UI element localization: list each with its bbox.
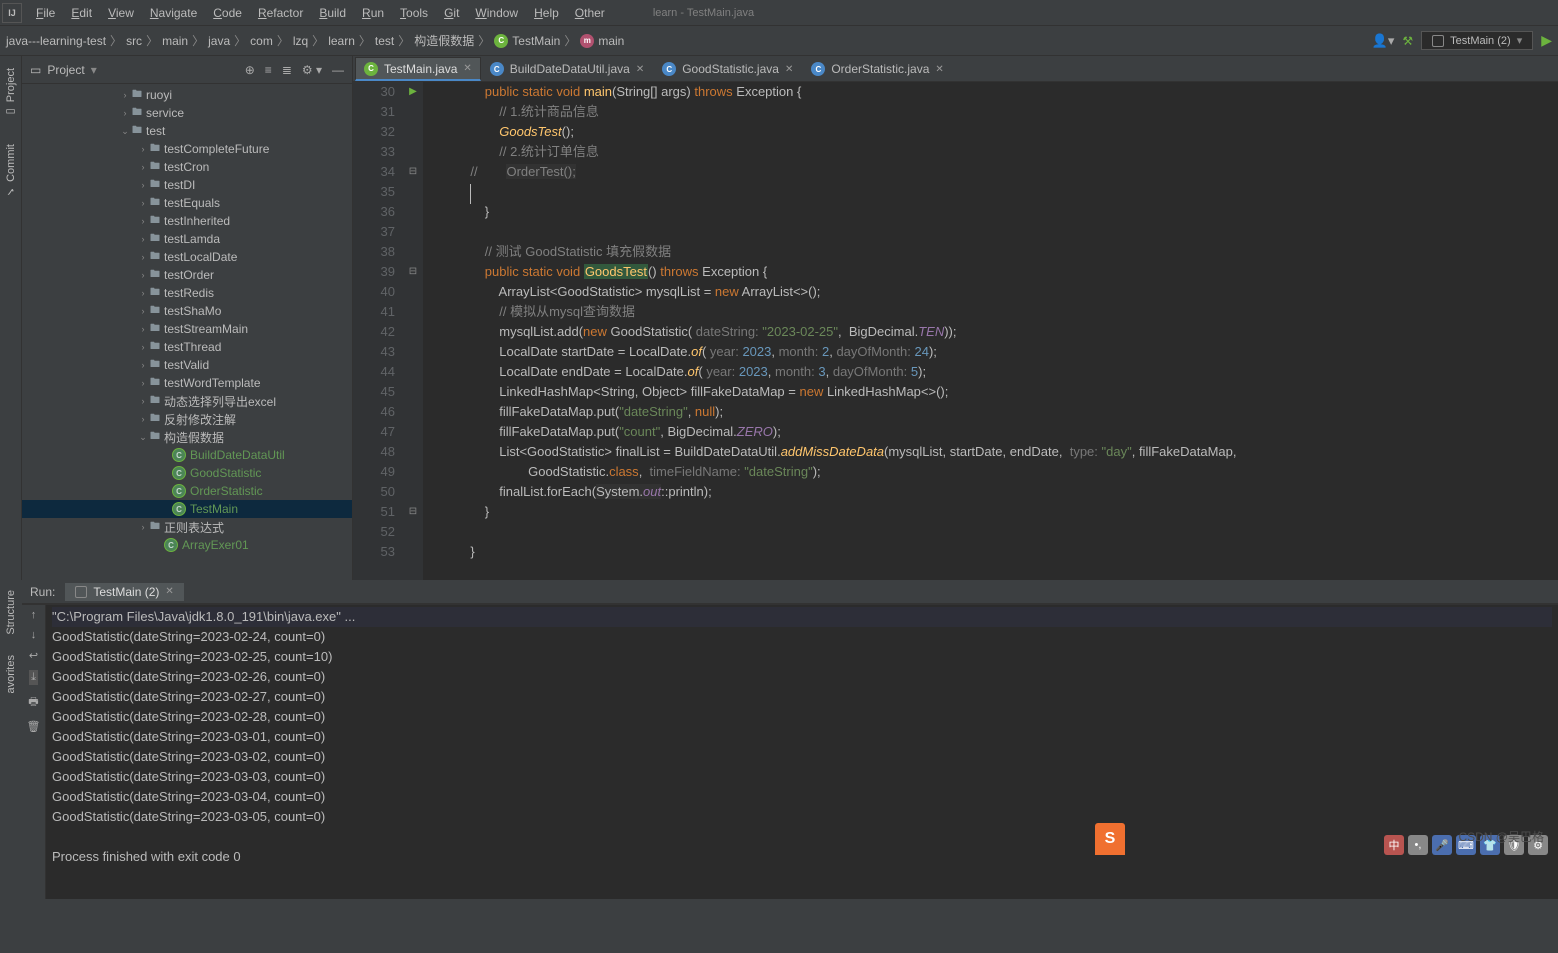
- menu-help[interactable]: Help: [526, 6, 567, 20]
- code-editor[interactable]: public static void main(String[] args) t…: [423, 82, 1558, 580]
- run-panel-label: Run:: [30, 585, 55, 599]
- editor-tab-OrderStatistic.java[interactable]: COrderStatistic.java✕: [802, 57, 952, 81]
- tree-item-反射修改注解[interactable]: ›🖿反射修改注解: [22, 410, 352, 428]
- scroll-end-icon[interactable]: ⤓: [29, 670, 38, 685]
- line-number-gutter: 3031323334353637383940414243444546474849…: [353, 82, 403, 580]
- tree-item-testThread[interactable]: ›🖿testThread: [22, 338, 352, 356]
- breadcrumb-item[interactable]: mmain: [580, 34, 624, 48]
- tree-item-testWordTemplate[interactable]: ›🖿testWordTemplate: [22, 374, 352, 392]
- breadcrumb-item[interactable]: learn: [328, 34, 355, 48]
- window-title: learn - TestMain.java: [653, 7, 754, 19]
- tree-item-BuildDateDataUtil[interactable]: CBuildDateDataUtil: [22, 446, 352, 464]
- input-method-badge[interactable]: S: [1095, 823, 1125, 855]
- project-tool-tab[interactable]: ▭ Project: [2, 60, 19, 126]
- project-view-icon: ▭: [30, 63, 41, 77]
- commit-tool-tab[interactable]: ✓ Commit: [2, 136, 19, 206]
- run-toolbar-inner: ↑ ↓ ↩ ⤓ 🖶 🗑: [22, 605, 46, 899]
- menu-navigate[interactable]: Navigate: [142, 6, 205, 20]
- navigation-bar: java---learning-test〉src〉main〉java〉com〉l…: [0, 26, 1558, 56]
- menu-refactor[interactable]: Refactor: [250, 6, 311, 20]
- tree-item-testShaMo[interactable]: ›🖿testShaMo: [22, 302, 352, 320]
- tree-item-testEquals[interactable]: ›🖿testEquals: [22, 194, 352, 212]
- tree-item-testValid[interactable]: ›🖿testValid: [22, 356, 352, 374]
- editor-tabs[interactable]: CTestMain.java✕CBuildDateDataUtil.java✕C…: [353, 56, 1558, 82]
- tree-item-service[interactable]: ›🖿service: [22, 104, 352, 122]
- structure-tool-tab[interactable]: Structure: [3, 584, 19, 641]
- clear-all-icon[interactable]: 🗑: [27, 720, 41, 733]
- app-logo: IJ: [2, 3, 22, 23]
- breadcrumb-item[interactable]: java---learning-test: [6, 34, 106, 48]
- tree-item-正则表达式[interactable]: ›🖿正则表达式: [22, 518, 352, 536]
- breadcrumb[interactable]: java---learning-test〉src〉main〉java〉com〉l…: [6, 32, 624, 49]
- menu-bar: IJ FileEditViewNavigateCodeRefactorBuild…: [0, 0, 1558, 26]
- console-output[interactable]: "C:\Program Files\Java\jdk1.8.0_191\bin\…: [46, 605, 1558, 899]
- editor-tab-GoodStatistic.java[interactable]: CGoodStatistic.java✕: [653, 57, 802, 81]
- print-icon[interactable]: 🖶: [28, 693, 38, 712]
- menu-edit[interactable]: Edit: [63, 6, 100, 20]
- menu-view[interactable]: View: [100, 6, 142, 20]
- menu-window[interactable]: Window: [467, 6, 526, 20]
- expand-all-icon[interactable]: ≡: [265, 63, 272, 77]
- soft-wrap-icon[interactable]: ↩: [29, 649, 38, 662]
- tree-item-testInherited[interactable]: ›🖿testInherited: [22, 212, 352, 230]
- breadcrumb-item[interactable]: test: [375, 34, 394, 48]
- tree-item-testLamda[interactable]: ›🖿testLamda: [22, 230, 352, 248]
- left-tool-strip: ▭ Project ✓ Commit: [0, 56, 22, 580]
- breadcrumb-item[interactable]: src: [126, 34, 142, 48]
- tree-item-动态选择列导出excel[interactable]: ›🖿动态选择列导出excel: [22, 392, 352, 410]
- breadcrumb-item[interactable]: 构造假数据: [414, 32, 474, 49]
- settings-gear-icon[interactable]: ⚙ ▾: [302, 63, 322, 77]
- breadcrumb-item[interactable]: java: [208, 34, 230, 48]
- tree-item-testRedis[interactable]: ›🖿testRedis: [22, 284, 352, 302]
- favorites-tool-tab[interactable]: avorites: [3, 649, 19, 700]
- project-tree[interactable]: ›🖿ruoyi›🖿service⌄🖿test›🖿testCompleteFutu…: [22, 84, 352, 580]
- editor-tab-BuildDateDataUtil.java[interactable]: CBuildDateDataUtil.java✕: [481, 57, 653, 81]
- run-config-selector[interactable]: TestMain (2)▾: [1421, 31, 1533, 50]
- run-tab[interactable]: TestMain (2)✕: [65, 583, 183, 601]
- tree-item-testOrder[interactable]: ›🖿testOrder: [22, 266, 352, 284]
- tree-item-ruoyi[interactable]: ›🖿ruoyi: [22, 86, 352, 104]
- tree-item-testCron[interactable]: ›🖿testCron: [22, 158, 352, 176]
- menu-file[interactable]: File: [28, 6, 63, 20]
- menu-other[interactable]: Other: [567, 6, 613, 20]
- breadcrumb-item[interactable]: main: [162, 34, 188, 48]
- project-panel-title: Project: [47, 63, 84, 77]
- menu-build[interactable]: Build: [311, 6, 354, 20]
- tree-item-test[interactable]: ⌄🖿test: [22, 122, 352, 140]
- tree-item-testCompleteFuture[interactable]: ›🖿testCompleteFuture: [22, 140, 352, 158]
- run-button[interactable]: ▶: [1541, 32, 1552, 49]
- tree-item-构造假数据[interactable]: ⌄🖿构造假数据: [22, 428, 352, 446]
- menu-git[interactable]: Git: [436, 6, 467, 20]
- tree-item-OrderStatistic[interactable]: COrderStatistic: [22, 482, 352, 500]
- user-icon[interactable]: 👤▾: [1372, 33, 1395, 49]
- gutter-icons[interactable]: ▶⊟⊟⊟: [403, 82, 423, 580]
- menu-run[interactable]: Run: [354, 6, 392, 20]
- build-hammer-icon[interactable]: ⚒: [1402, 34, 1413, 48]
- breadcrumb-item[interactable]: lzq: [293, 34, 308, 48]
- up-icon[interactable]: ↑: [31, 609, 37, 621]
- editor-tab-TestMain.java[interactable]: CTestMain.java✕: [355, 57, 481, 81]
- tree-item-testDI[interactable]: ›🖿testDI: [22, 176, 352, 194]
- tree-item-TestMain[interactable]: CTestMain: [22, 500, 352, 518]
- hide-panel-icon[interactable]: —: [332, 63, 344, 77]
- collapse-all-icon[interactable]: ≣: [282, 63, 292, 77]
- project-panel: ▭Project▾ ⊕ ≡ ≣ ⚙ ▾ — ›🖿ruoyi›🖿service⌄🖿…: [22, 56, 353, 580]
- down-icon[interactable]: ↓: [31, 629, 37, 641]
- select-opened-icon[interactable]: ⊕: [245, 63, 255, 77]
- menu-code[interactable]: Code: [205, 6, 250, 20]
- menu-tools[interactable]: Tools: [392, 6, 436, 20]
- breadcrumb-item[interactable]: CTestMain: [494, 34, 560, 48]
- tree-item-testLocalDate[interactable]: ›🖿testLocalDate: [22, 248, 352, 266]
- breadcrumb-item[interactable]: com: [250, 34, 273, 48]
- tree-item-GoodStatistic[interactable]: CGoodStatistic: [22, 464, 352, 482]
- watermark: CSDN @吴巴格: [1458, 828, 1544, 845]
- tree-item-testStreamMain[interactable]: ›🖿testStreamMain: [22, 320, 352, 338]
- tree-item-ArrayExer01[interactable]: CArrayExer01: [22, 536, 352, 554]
